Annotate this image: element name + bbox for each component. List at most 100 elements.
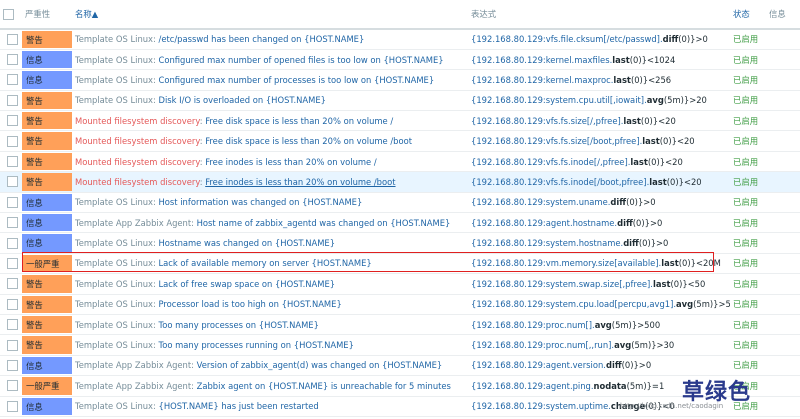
trigger-name-link[interactable]: Configured max number of processes is to… — [159, 75, 435, 85]
row-checkbox[interactable] — [0, 335, 22, 355]
expression-item-link[interactable]: {192.168.80.129:system.cpu.util[,iowait]… — [471, 95, 647, 105]
expression-item-link[interactable]: {192.168.80.129:system.swap.size[,pfree]… — [471, 279, 653, 289]
header-severity[interactable]: 严重性 — [22, 0, 72, 30]
template-link[interactable]: Template OS Linux — [75, 279, 153, 289]
status-toggle[interactable]: 已启用 — [730, 131, 766, 151]
status-toggle[interactable]: 已启用 — [730, 233, 766, 253]
status-toggle[interactable]: 已启用 — [730, 314, 766, 334]
status-toggle[interactable]: 已启用 — [730, 49, 766, 69]
row-checkbox[interactable] — [0, 376, 22, 396]
trigger-name-link[interactable]: Processor load is too high on {HOST.NAME… — [159, 299, 342, 309]
trigger-name-link[interactable]: Hostname was changed on {HOST.NAME} — [159, 238, 336, 248]
template-link[interactable]: Mounted filesystem discovery — [75, 136, 200, 146]
status-toggle[interactable]: 已启用 — [730, 213, 766, 233]
expression-item-link[interactable]: {192.168.80.129:vfs.fs.size[/boot,pfree]… — [471, 136, 642, 146]
row-checkbox[interactable] — [0, 253, 22, 273]
row-checkbox[interactable] — [0, 233, 22, 253]
expression-item-link[interactable]: {192.168.80.129:agent.ping. — [471, 381, 594, 391]
row-checkbox[interactable] — [0, 213, 22, 233]
row-checkbox[interactable] — [0, 70, 22, 90]
trigger-name-link[interactable]: Free disk space is less than 20% on volu… — [205, 136, 412, 146]
template-link[interactable]: Template App Zabbix Agent — [75, 381, 191, 391]
row-checkbox[interactable] — [0, 49, 22, 69]
expression-item-link[interactable]: {192.168.80.129:kernel.maxproc. — [471, 75, 613, 85]
template-link[interactable]: Template OS Linux — [75, 95, 153, 105]
trigger-name-link[interactable]: Configured max number of opened files is… — [159, 55, 444, 65]
expression-item-link[interactable]: {192.168.80.129:system.hostname. — [471, 238, 623, 248]
trigger-name-link[interactable]: Zabbix agent on {HOST.NAME} is unreachab… — [197, 381, 451, 391]
severity-badge: 警告 — [22, 152, 72, 171]
template-link[interactable]: Template OS Linux — [75, 197, 153, 207]
trigger-name-link[interactable]: Too many processes running on {HOST.NAME… — [159, 340, 354, 350]
row-checkbox[interactable] — [0, 274, 22, 294]
template-link[interactable]: Template OS Linux — [75, 401, 153, 411]
status-toggle[interactable]: 已启用 — [730, 355, 766, 375]
template-link[interactable]: Template App Zabbix Agent — [75, 360, 191, 370]
status-toggle[interactable]: 已启用 — [730, 294, 766, 314]
expression-item-link[interactable]: {192.168.80.129:proc.num[,,run]. — [471, 340, 614, 350]
row-checkbox[interactable] — [0, 111, 22, 131]
template-link[interactable]: Mounted filesystem discovery — [75, 157, 200, 167]
row-checkbox[interactable] — [0, 192, 22, 212]
row-checkbox[interactable] — [0, 355, 22, 375]
trigger-name-link[interactable]: {HOST.NAME} has just been restarted — [159, 401, 319, 411]
expression-item-link[interactable]: {192.168.80.129:vfs.file.cksum[/etc/pass… — [471, 34, 663, 44]
trigger-name-link[interactable]: Lack of available memory on server {HOST… — [159, 258, 372, 268]
expression-item-link[interactable]: {192.168.80.129:agent.hostname. — [471, 218, 617, 228]
status-toggle[interactable]: 已启用 — [730, 192, 766, 212]
template-link[interactable]: Mounted filesystem discovery — [75, 116, 200, 126]
trigger-name-link[interactable]: Version of zabbix_agent(d) was changed o… — [197, 360, 443, 370]
expression-item-link[interactable]: {192.168.80.129:agent.version. — [471, 360, 606, 370]
expression-item-link[interactable]: {192.168.80.129:vfs.fs.size[/,pfree]. — [471, 116, 623, 126]
template-link[interactable]: Template OS Linux — [75, 55, 153, 65]
header-name[interactable]: 名称▲ — [72, 0, 468, 30]
status-toggle[interactable]: 已启用 — [730, 111, 766, 131]
row-checkbox[interactable] — [0, 90, 22, 110]
status-toggle[interactable]: 已启用 — [730, 172, 766, 192]
trigger-name-link[interactable]: Too many processes on {HOST.NAME} — [159, 320, 319, 330]
trigger-name-link[interactable]: Lack of free swap space on {HOST.NAME} — [159, 279, 336, 289]
trigger-name-link[interactable]: Host name of zabbix_agentd was changed o… — [197, 218, 451, 228]
template-link[interactable]: Template OS Linux — [75, 320, 153, 330]
status-toggle[interactable]: 已启用 — [730, 70, 766, 90]
row-checkbox[interactable] — [0, 131, 22, 151]
select-all-checkbox[interactable] — [0, 0, 22, 30]
expression-item-link[interactable]: {192.168.80.129:vm.memory.size[available… — [471, 258, 661, 268]
row-checkbox[interactable] — [0, 151, 22, 171]
row-checkbox[interactable] — [0, 294, 22, 314]
expression-item-link[interactable]: {192.168.80.129:system.uname. — [471, 197, 610, 207]
expression-item-link[interactable]: {192.168.80.129:vfs.fs.inode[/,pfree]. — [471, 157, 630, 167]
trigger-name-link[interactable]: Free inodes is less than 20% on volume / — [205, 157, 376, 167]
template-link[interactable]: Template OS Linux — [75, 34, 153, 44]
row-checkbox[interactable] — [0, 314, 22, 334]
row-checkbox[interactable] — [0, 396, 22, 416]
expression-item-link[interactable]: {192.168.80.129:system.uptime. — [471, 401, 611, 411]
trigger-name-link[interactable]: Host information was changed on {HOST.NA… — [159, 197, 363, 207]
trigger-name-link[interactable]: Free disk space is less than 20% on volu… — [205, 116, 393, 126]
trigger-name-link[interactable]: /etc/passwd has been changed on {HOST.NA… — [159, 34, 365, 44]
status-toggle[interactable]: 已启用 — [730, 253, 766, 273]
header-status[interactable]: 状态 — [730, 0, 766, 30]
template-link[interactable]: Template OS Linux — [75, 340, 153, 350]
status-toggle[interactable]: 已启用 — [730, 274, 766, 294]
expression-item-link[interactable]: {192.168.80.129:proc.num[]. — [471, 320, 595, 330]
expression-item-link[interactable]: {192.168.80.129:system.cpu.load[percpu,a… — [471, 299, 676, 309]
severity-cell: 警告 — [22, 294, 72, 314]
template-link[interactable]: Template OS Linux — [75, 75, 153, 85]
expression-item-link[interactable]: {192.168.80.129:vfs.fs.inode[/boot,pfree… — [471, 177, 649, 187]
row-checkbox[interactable] — [0, 172, 22, 192]
trigger-name-link[interactable]: Disk I/O is overloaded on {HOST.NAME} — [159, 95, 327, 105]
expression-cell: {192.168.80.129:system.cpu.load[percpu,a… — [468, 294, 730, 314]
expression-item-link[interactable]: {192.168.80.129:kernel.maxfiles. — [471, 55, 612, 65]
status-toggle[interactable]: 已启用 — [730, 151, 766, 171]
status-toggle[interactable]: 已启用 — [730, 29, 766, 49]
template-link[interactable]: Mounted filesystem discovery — [75, 177, 200, 187]
template-link[interactable]: Template App Zabbix Agent — [75, 218, 191, 228]
template-link[interactable]: Template OS Linux — [75, 238, 153, 248]
status-toggle[interactable]: 已启用 — [730, 335, 766, 355]
row-checkbox[interactable] — [0, 29, 22, 49]
status-toggle[interactable]: 已启用 — [730, 90, 766, 110]
template-link[interactable]: Template OS Linux — [75, 258, 153, 268]
template-link[interactable]: Template OS Linux — [75, 299, 153, 309]
trigger-name-link[interactable]: Free inodes is less than 20% on volume /… — [205, 177, 395, 187]
